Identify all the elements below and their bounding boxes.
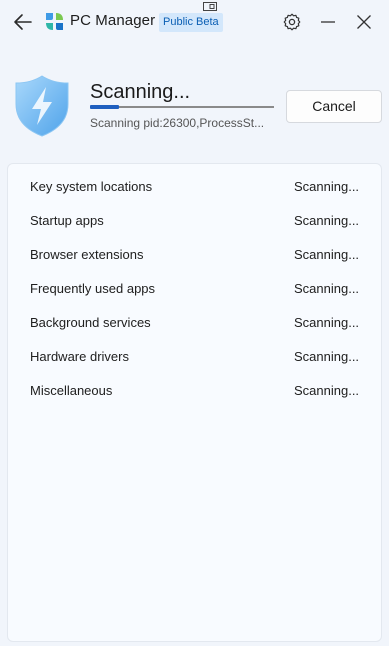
gear-icon [283,13,301,31]
scan-item-row: Frequently used apps Scanning... [8,272,381,306]
scan-item-status: Scanning... [294,247,360,262]
scan-item-label: Key system locations [30,179,153,194]
scan-item-status: Scanning... [294,213,360,228]
pc-manager-logo-icon [46,13,63,30]
app-title: PC Manager [70,12,156,29]
scan-items-panel: Key system locations Scanning... Startup a… [7,163,382,642]
close-icon [357,15,371,29]
scan-progress-bar [90,105,274,109]
back-arrow-icon [14,14,32,30]
cancel-button[interactable]: Cancel [286,90,382,123]
back-button[interactable] [10,10,36,34]
close-button[interactable] [354,12,374,32]
scan-item-label: Startup apps [30,213,104,228]
scan-item-row: Startup apps Scanning... [8,204,381,238]
scan-item-row: Key system locations Scanning... [8,170,381,204]
minimize-button[interactable] [318,12,338,32]
public-beta-badge: Public Beta [159,13,223,32]
screen-capture-icon[interactable] [203,2,217,12]
scan-item-status: Scanning... [294,281,360,296]
scan-item-label: Background services [30,315,151,330]
scan-item-label: Hardware drivers [30,349,129,364]
scan-item-row: Browser extensions Scanning... [8,238,381,272]
minimize-icon [321,21,335,23]
scan-item-row: Miscellaneous Scanning... [8,374,381,408]
scan-item-status: Scanning... [294,315,360,330]
title-bar: PC Manager Public Beta [0,0,389,44]
scan-item-row: Hardware drivers Scanning... [8,340,381,374]
scan-status-title: Scanning... [90,81,191,103]
scan-item-status: Scanning... [294,383,360,398]
scan-item-label: Frequently used apps [30,281,156,296]
scan-item-status: Scanning... [294,349,360,364]
scan-item-status: Scanning... [294,179,360,194]
scan-detail-text: Scanning pid:26300,ProcessSt... [90,116,265,130]
scan-item-row: Background services Scanning... [8,306,381,340]
scan-progress-fill [90,105,120,109]
settings-button[interactable] [282,12,302,32]
scan-item-label: Miscellaneous [30,383,113,398]
scan-item-label: Browser extensions [30,247,144,262]
shield-lightning-icon [15,75,69,137]
